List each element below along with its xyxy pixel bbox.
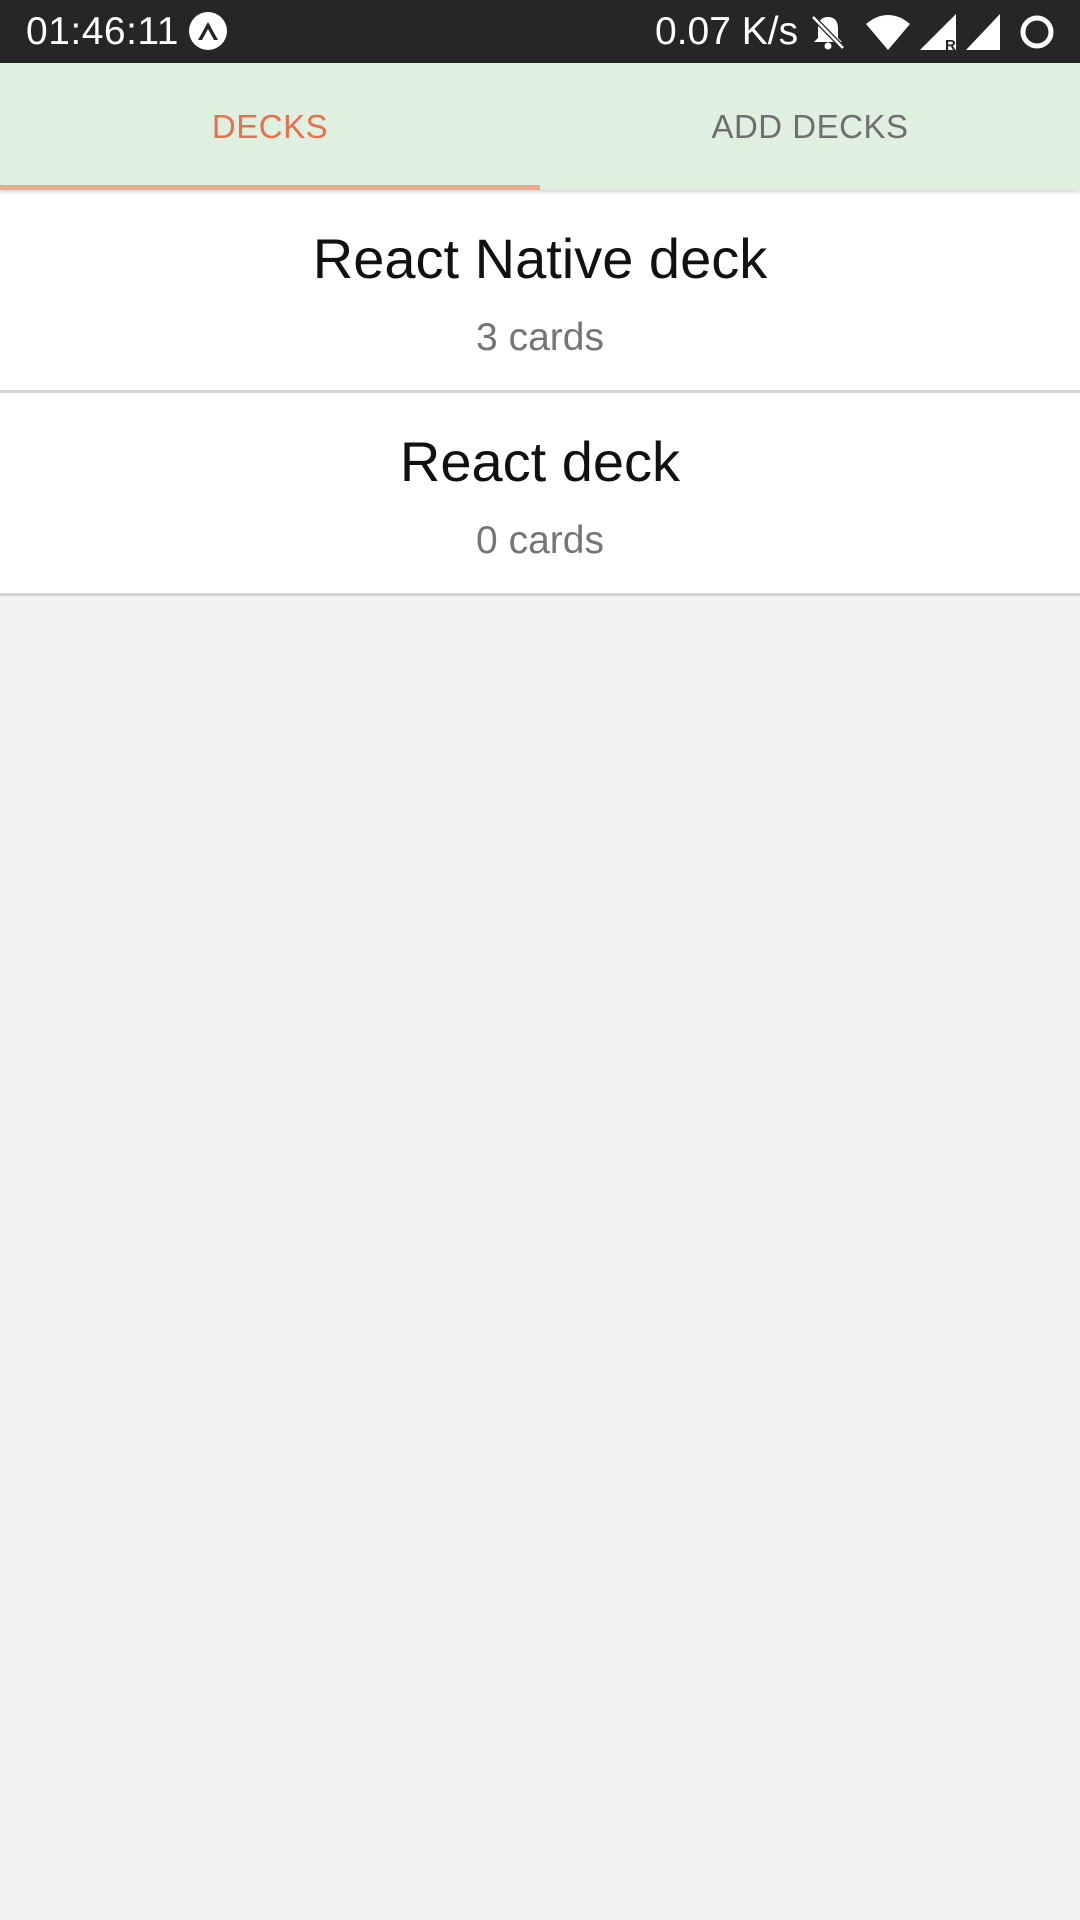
signal-roaming-icon: R [918,12,958,57]
deck-item-react[interactable]: React deck 0 cards [0,393,1080,596]
wifi-icon [864,12,912,57]
status-time: 01:46:11 [26,10,179,53]
deck-card-count: 0 cards [476,519,604,562]
deck-card-count: 3 cards [476,316,604,359]
deck-title: React deck [399,430,681,493]
status-bar: 01:46:11 0.07 K/s R [0,0,1080,63]
tab-add-decks[interactable]: ADD DECKS [540,63,1080,190]
active-tab-indicator [0,185,540,190]
expo-icon [188,11,228,51]
network-speed: 0.07 K/s [655,10,799,53]
deck-list: React Native deck 3 cards React deck 0 c… [0,190,1080,596]
deck-item-react-native[interactable]: React Native deck 3 cards [0,190,1080,393]
svg-text:R: R [945,37,956,52]
tab-decks[interactable]: DECKS [0,63,540,190]
notifications-off-icon [808,12,848,57]
battery-ring-icon [1017,12,1057,57]
deck-title: React Native deck [312,227,768,290]
tab-bar: DECKS ADD DECKS [0,63,1080,190]
signal-icon [964,12,1002,57]
